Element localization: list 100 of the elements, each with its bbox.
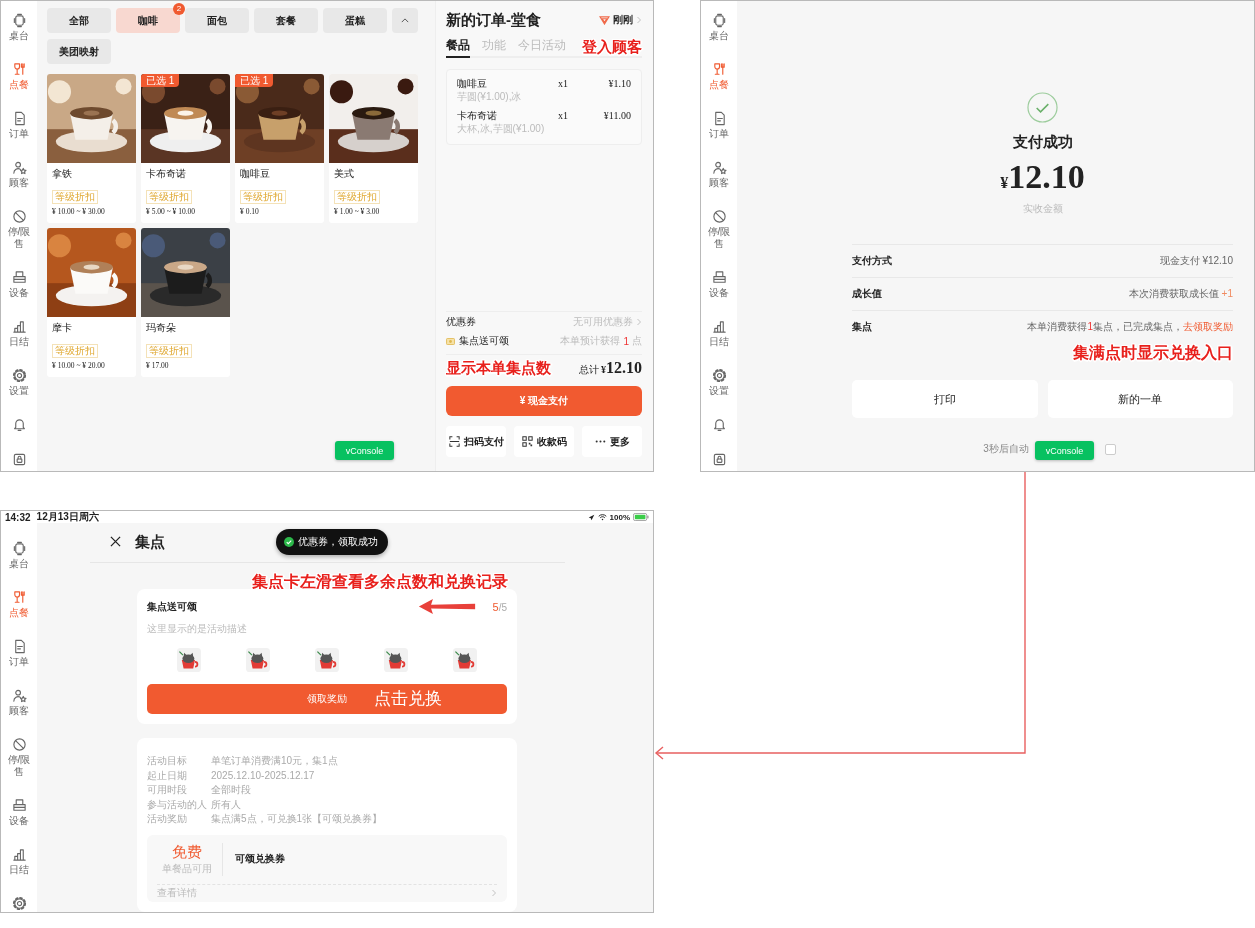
cash-pay-button[interactable]: ¥ 现金支付 bbox=[446, 386, 642, 416]
order-tab[interactable]: 餐品 bbox=[446, 37, 470, 58]
claim-button[interactable]: 领取奖励 点击兑换 bbox=[147, 684, 507, 714]
order-title: 新的订单-堂食 bbox=[446, 10, 541, 30]
sidebar-item[interactable]: 订单 bbox=[2, 639, 36, 668]
sidebar-item[interactable]: 设置 bbox=[702, 368, 736, 397]
discount-tag: 等级折扣 bbox=[146, 344, 192, 358]
bar-chart-icon bbox=[711, 319, 727, 334]
detail-label: 起止日期 bbox=[147, 768, 188, 783]
sidebar-item[interactable]: 点餐 bbox=[702, 62, 736, 91]
cutlery-icon bbox=[11, 62, 27, 77]
action-button[interactable]: 收款码 bbox=[514, 426, 574, 457]
sidebar-item[interactable]: 点餐 bbox=[2, 62, 36, 91]
printer-icon bbox=[711, 270, 727, 285]
sidebar-item[interactable]: 停/限售 bbox=[2, 737, 36, 778]
location-icon bbox=[587, 513, 595, 521]
annotation-text: 点击兑换 bbox=[374, 689, 442, 709]
sidebar-item[interactable]: 订单 bbox=[2, 111, 36, 140]
row-label: 集点 bbox=[852, 320, 872, 334]
page-title: 集点 bbox=[135, 533, 165, 552]
detail-value: 2025.12.10-2025.12.17 bbox=[211, 768, 316, 783]
sidebar-item[interactable]: 点餐 bbox=[2, 590, 36, 619]
sidebar-item[interactable]: 设置 bbox=[2, 368, 36, 397]
detail-label: 活动奖励 bbox=[147, 812, 188, 827]
sidebar-item[interactable]: 顾客 bbox=[2, 160, 36, 189]
product-name: 卡布奇诺 bbox=[146, 167, 187, 180]
item-price: ¥11.00 bbox=[602, 109, 631, 122]
stamp-label: 集点送可颂 bbox=[459, 334, 509, 348]
battery-percent: 100% bbox=[609, 512, 630, 522]
lock-icon bbox=[11, 452, 27, 467]
row-label: 支付方式 bbox=[852, 254, 892, 268]
battery-icon bbox=[633, 513, 649, 521]
sidebar-item[interactable]: 停/限售 bbox=[2, 209, 36, 250]
sidebar-item[interactable]: 顾客 bbox=[702, 160, 736, 189]
total-label: 总计 bbox=[579, 362, 599, 377]
card-title: 集点送可颂 bbox=[147, 599, 197, 614]
sidebar-item[interactable]: 日结 bbox=[2, 847, 36, 876]
sidebar-item[interactable]: 设备 bbox=[2, 270, 36, 299]
checkbox[interactable] bbox=[1104, 443, 1116, 455]
sidebar-item[interactable]: 设备 bbox=[702, 270, 736, 299]
total-amount: ¥12.10 bbox=[601, 358, 642, 377]
ticket-icon bbox=[446, 337, 455, 345]
prohibited-icon bbox=[11, 209, 27, 224]
action-button[interactable]: 扫码支付 bbox=[446, 426, 506, 457]
row-value: 本单消费获得1集点，已完成集点，去领取奖励 bbox=[1027, 320, 1233, 334]
category-tab[interactable]: 蛋糕 bbox=[323, 8, 387, 33]
item-quantity: x1 bbox=[558, 77, 569, 90]
user-star-icon bbox=[711, 160, 727, 175]
annotation-text: 登入顾客 bbox=[582, 36, 642, 56]
watch-icon bbox=[711, 13, 727, 28]
action-button[interactable]: 更多 bbox=[582, 426, 642, 457]
success-title: 支付成功 bbox=[1012, 133, 1073, 152]
detail-value: 单笔订单消费满10元，集1点 bbox=[211, 754, 339, 768]
sidebar-item[interactable]: 设备 bbox=[2, 798, 36, 827]
bar-chart-icon bbox=[11, 319, 27, 334]
printer-icon bbox=[11, 798, 27, 813]
detail-value: 集点满5点，可兑换1张【可颂兑换券】 bbox=[211, 812, 384, 827]
settings-icon bbox=[11, 896, 27, 911]
action-button[interactable]: 新的一单 bbox=[1047, 380, 1233, 418]
item-name: 咖啡豆 bbox=[457, 77, 488, 90]
detail-value: 所有人 bbox=[211, 797, 242, 812]
user-star-icon bbox=[11, 688, 27, 703]
sidebar-item[interactable]: 停/限售 bbox=[702, 209, 736, 250]
row-value: 现金支付 ¥12.10 bbox=[1159, 254, 1233, 268]
countdown-text: 3秒后自动 bbox=[983, 442, 1029, 456]
category-tab[interactable]: 全部 bbox=[47, 8, 111, 33]
selected-badge: 已选 1 bbox=[141, 74, 180, 87]
product-name: 玛奇朵 bbox=[146, 321, 177, 334]
discount-tag: 等级折扣 bbox=[334, 190, 380, 204]
check-circle-icon bbox=[1027, 92, 1058, 123]
product-name: 咖啡豆 bbox=[240, 167, 271, 180]
item-quantity: x1 bbox=[558, 109, 569, 122]
category-tab[interactable]: 美团映射 bbox=[47, 39, 111, 64]
discount-tag: 等级折扣 bbox=[52, 190, 98, 204]
paid-amount: ¥12.10 bbox=[1000, 158, 1085, 197]
settings-icon bbox=[711, 368, 727, 383]
category-tab[interactable]: 面包 bbox=[185, 8, 249, 33]
coupon-name: 可颂兑换券 bbox=[235, 852, 285, 867]
time-button[interactable]: 刚刚 bbox=[599, 13, 642, 27]
check-circle-icon bbox=[284, 537, 294, 547]
left-arrow bbox=[417, 599, 476, 614]
sidebar-item[interactable]: 日结 bbox=[702, 319, 736, 348]
chevron-right-icon bbox=[491, 889, 497, 898]
sidebar-item[interactable]: 桌台 bbox=[2, 541, 36, 570]
detail-value: 全部时段 bbox=[211, 783, 252, 798]
category-tab[interactable]: 套餐 bbox=[254, 8, 318, 33]
sidebar-item[interactable]: 订单 bbox=[702, 111, 736, 140]
selected-badge: 已选 1 bbox=[235, 74, 274, 87]
sidebar-item[interactable]: 日结 bbox=[2, 319, 36, 348]
watch-icon bbox=[11, 541, 27, 556]
detail-label: 活动目标 bbox=[147, 754, 188, 768]
sidebar-item[interactable]: 桌台 bbox=[2, 13, 36, 42]
row-label: 成长值 bbox=[852, 287, 882, 301]
lock-icon bbox=[711, 452, 727, 467]
action-button[interactable]: 打印 bbox=[852, 380, 1038, 418]
bar-chart-icon bbox=[11, 847, 27, 862]
sidebar-item[interactable]: 顾客 bbox=[2, 688, 36, 717]
sidebar-item[interactable]: 桌台 bbox=[702, 13, 736, 42]
detail-label: 可用时段 bbox=[147, 783, 188, 798]
product-name: 拿铁 bbox=[52, 167, 73, 180]
